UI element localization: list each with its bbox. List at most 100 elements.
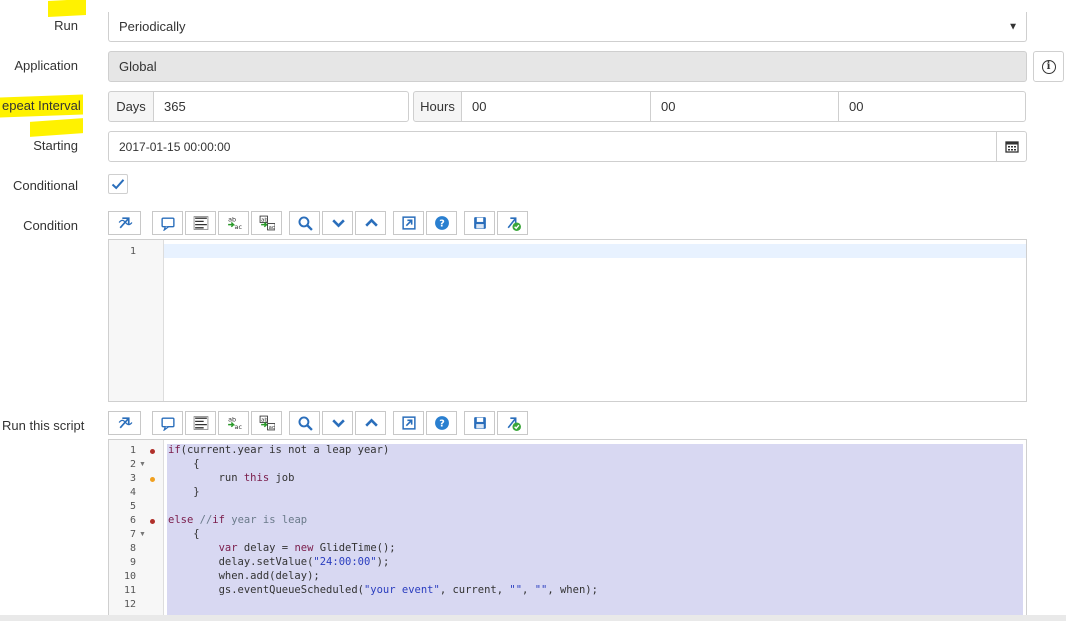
search-icon <box>297 216 313 231</box>
script-code-line: else //if year is leap <box>168 514 308 526</box>
help-icon: ? <box>434 216 449 230</box>
format-button[interactable] <box>185 411 216 435</box>
hours-input[interactable]: 00 <box>461 91 651 122</box>
save-button[interactable] <box>464 411 495 435</box>
script-include-button[interactable] <box>108 411 141 435</box>
svg-text:?: ? <box>439 419 445 430</box>
save-icon <box>473 217 486 229</box>
script-include-button[interactable] <box>108 211 141 235</box>
error-marker-icon <box>150 519 155 524</box>
condition-line-number: 1 <box>129 246 136 257</box>
comment-icon <box>160 217 175 231</box>
starting-input[interactable]: 2017-01-15 00:00:00 <box>108 131 997 162</box>
script-line-number: 7 <box>129 529 136 540</box>
script-line-number: 11 <box>123 585 136 596</box>
starting-value: 2017-01-15 00:00:00 <box>119 139 231 154</box>
condition-label: Condition <box>23 218 78 233</box>
hours-value: 00 <box>472 99 487 114</box>
info-button[interactable]: i <box>1033 51 1064 82</box>
script-code-line: { <box>168 458 200 470</box>
repeat-interval-label: epeat Interval <box>2 98 81 113</box>
script-line-number: 8 <box>129 543 136 554</box>
condition-editor[interactable]: 1 <box>108 239 1027 402</box>
minutes-input[interactable]: 00 <box>650 91 839 122</box>
replace-all-button[interactable]: ab ac <box>251 411 282 435</box>
replace-button[interactable]: ab ac <box>218 211 249 235</box>
script-code-line: } <box>168 486 200 498</box>
script-code-line: if(current.year is not a leap year) <box>168 444 390 456</box>
horizontal-scrollbar[interactable] <box>0 615 1066 621</box>
condition-gutter <box>109 240 164 401</box>
script-line-number: 6 <box>129 515 136 526</box>
script-line-number: 1 <box>129 445 136 456</box>
fold-toggle-icon[interactable]: ▼ <box>139 531 146 538</box>
svg-text:ac: ac <box>268 225 274 231</box>
warning-marker-icon <box>150 477 155 482</box>
search-button[interactable] <box>289 211 320 235</box>
run-label: Run <box>54 18 78 33</box>
search-button[interactable] <box>289 411 320 435</box>
script-code-line: var delay = new GlideTime(); <box>218 542 396 554</box>
find-next-icon <box>331 419 345 428</box>
script-line-number: 2 <box>129 459 136 470</box>
application-value: Global <box>119 59 157 74</box>
chevron-down-icon: ▼ <box>1008 21 1018 32</box>
script-line-number: 9 <box>129 557 136 568</box>
script-include-icon <box>118 217 132 229</box>
script-editor[interactable]: 1 if(current.year is not a leap year) 2 ▼ {… <box>108 439 1027 615</box>
format-button[interactable] <box>185 211 216 235</box>
checkmark-icon <box>111 179 125 190</box>
script-line-number: 4 <box>129 487 136 498</box>
highlight-mark-top <box>48 0 86 17</box>
highlight-mark-under <box>30 118 83 137</box>
script-include-icon <box>118 417 132 429</box>
calendar-icon <box>1004 141 1019 153</box>
active-line-highlight <box>164 244 1026 258</box>
days-input[interactable]: 365 <box>153 91 409 122</box>
script-code-line: delay.setValue("24:00:00"); <box>168 556 390 568</box>
fold-toggle-icon[interactable]: ▼ <box>139 461 146 468</box>
script-code-line: when.add(delay); <box>168 570 320 582</box>
save-button[interactable] <box>464 211 495 235</box>
replace-icon: abac <box>228 215 242 231</box>
find-previous-icon <box>364 218 378 227</box>
conditional-checkbox[interactable] <box>108 174 128 194</box>
comment-button[interactable] <box>152 211 183 235</box>
fullscreen-icon <box>401 416 416 430</box>
script-line-number: 5 <box>129 501 136 512</box>
format-icon <box>193 216 208 230</box>
application-label: Application <box>14 58 78 73</box>
find-previous-button[interactable] <box>355 211 386 235</box>
comment-icon <box>160 417 175 431</box>
help-button[interactable]: ? <box>426 411 457 435</box>
svg-text:ac: ac <box>234 223 241 231</box>
conditional-label: Conditional <box>12 178 78 193</box>
script-code-line: gs.eventQueueScheduled("your event", cur… <box>168 584 598 596</box>
run-select[interactable]: Periodically ▼ <box>108 12 1027 42</box>
seconds-input[interactable]: 00 <box>838 91 1026 122</box>
fullscreen-icon <box>401 216 416 230</box>
format-icon <box>193 416 208 430</box>
days-addon: Days <box>108 91 154 122</box>
comment-button[interactable] <box>152 411 183 435</box>
script-line-number: 10 <box>123 571 136 582</box>
fullscreen-button[interactable] <box>393 211 424 235</box>
replace-all-button[interactable]: ab ac <box>251 211 282 235</box>
find-next-button[interactable] <box>322 211 353 235</box>
svg-text:ac: ac <box>234 423 241 431</box>
replace-icon: abac <box>228 415 242 431</box>
syntax-check-icon <box>507 217 521 231</box>
find-next-icon <box>331 219 345 228</box>
script-code-line: run this job <box>168 472 295 484</box>
minutes-value: 00 <box>661 99 676 114</box>
help-button[interactable]: ? <box>426 211 457 235</box>
script-line-number: 3 <box>129 473 136 484</box>
replace-button[interactable]: ab ac <box>218 411 249 435</box>
find-next-button[interactable] <box>322 411 353 435</box>
syntax-check-button[interactable] <box>497 411 528 435</box>
calendar-button[interactable] <box>996 131 1027 162</box>
syntax-check-button[interactable] <box>497 211 528 235</box>
fullscreen-button[interactable] <box>393 411 424 435</box>
info-icon: i <box>1041 59 1056 74</box>
find-previous-button[interactable] <box>355 411 386 435</box>
